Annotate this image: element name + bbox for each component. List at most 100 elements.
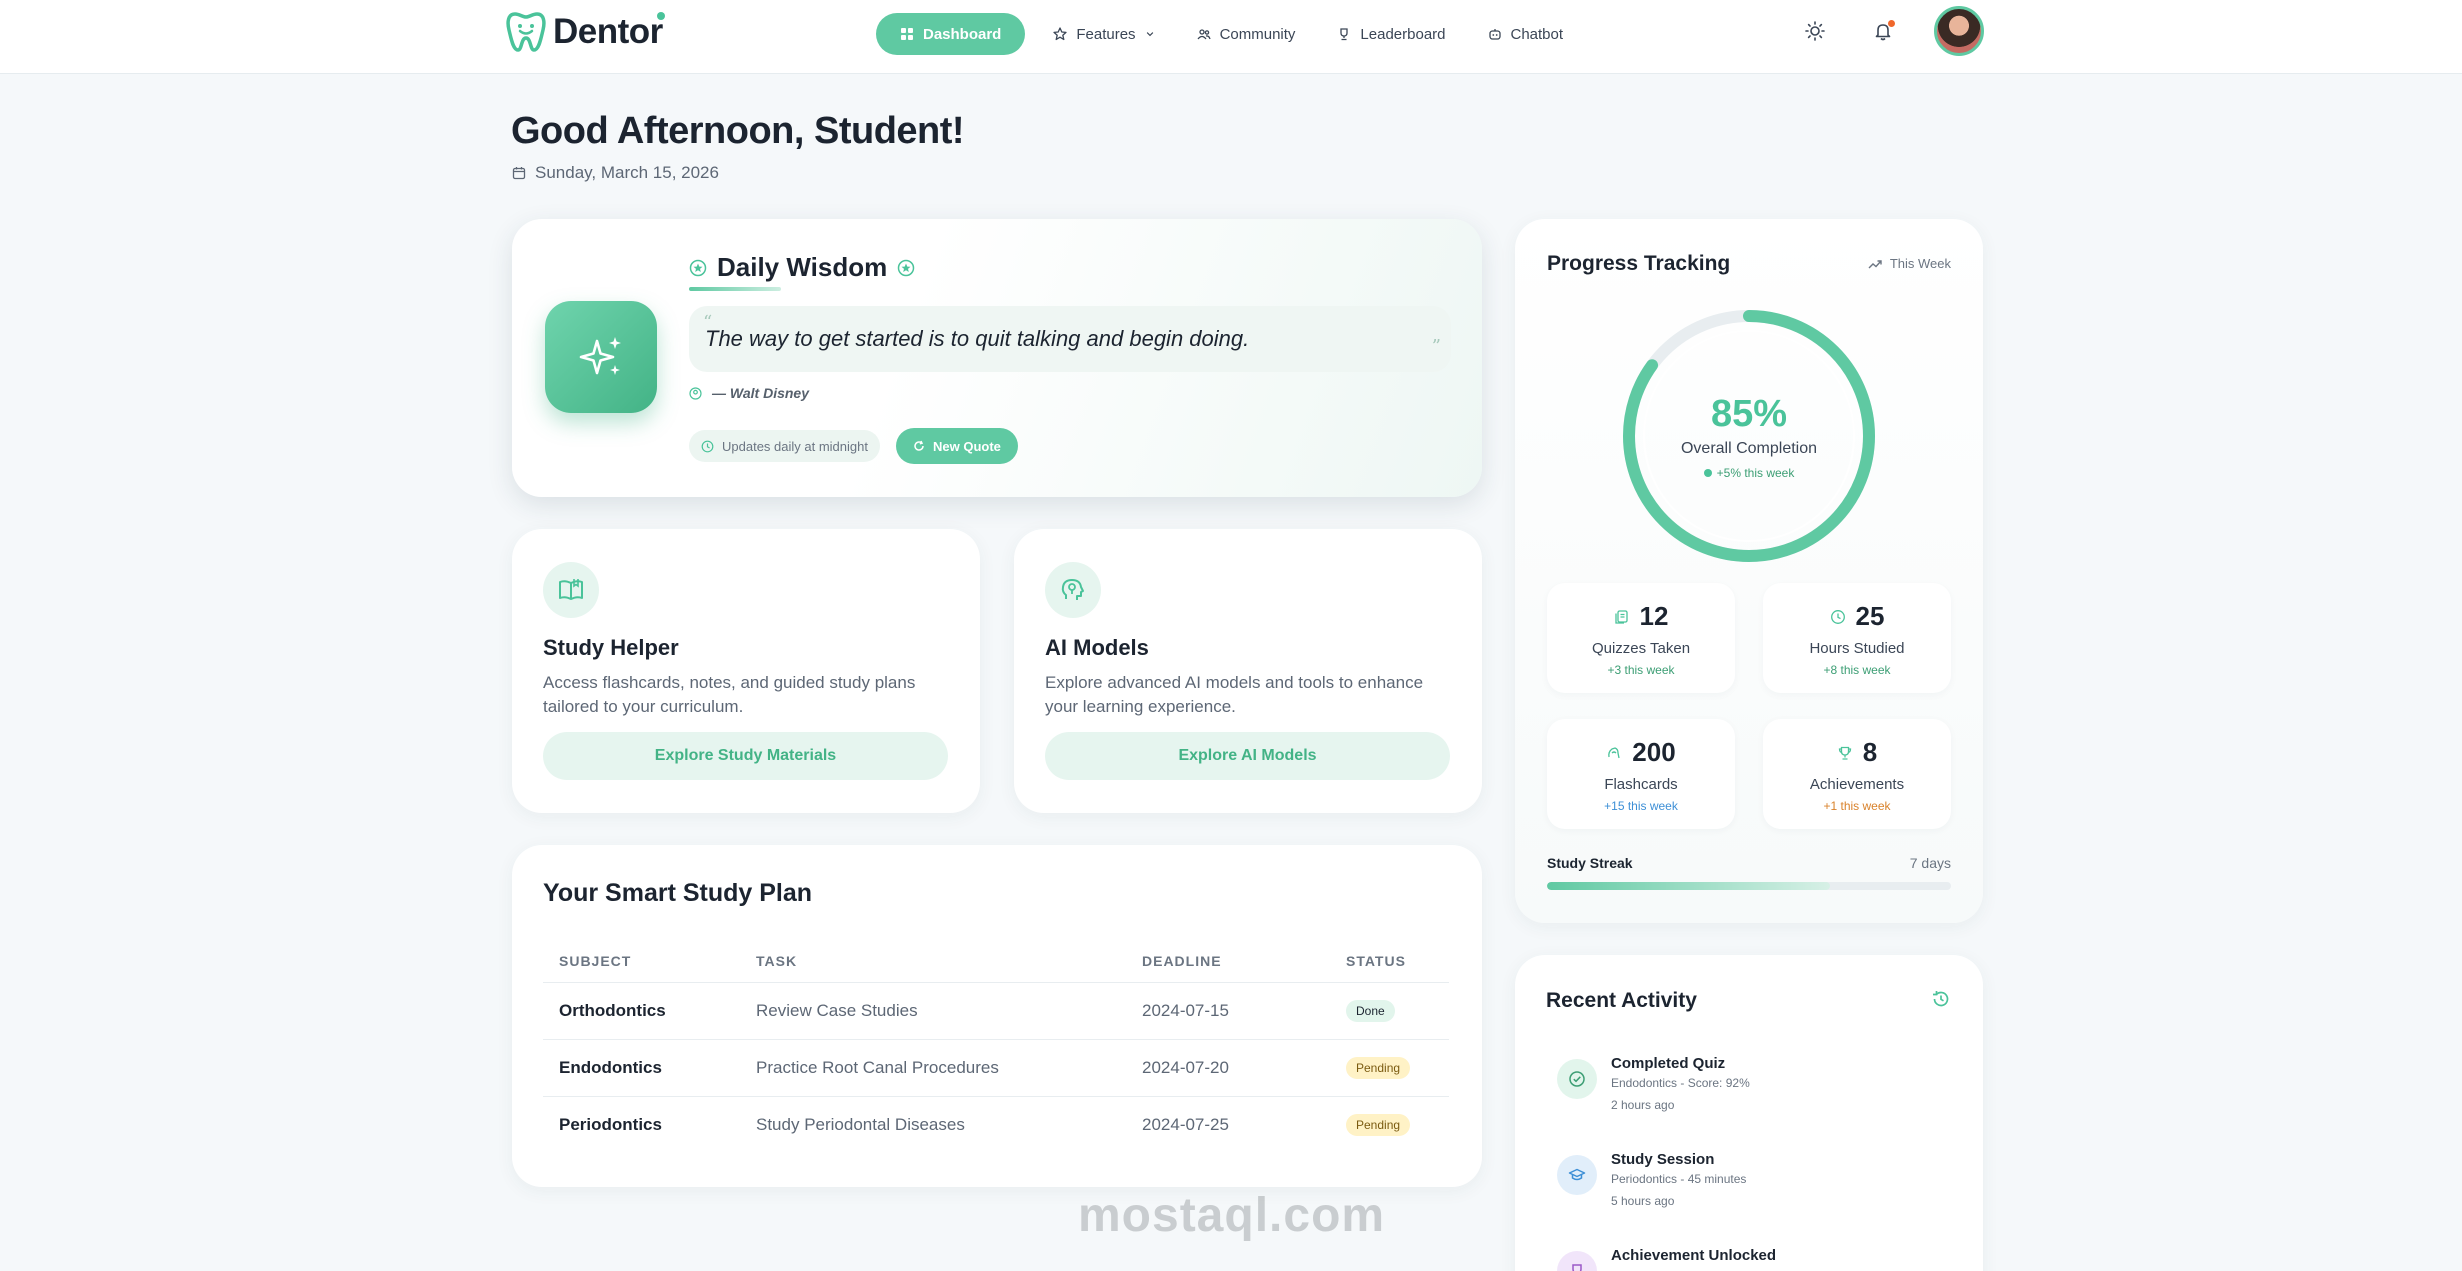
- stat-value: 200: [1632, 737, 1676, 767]
- subject-cell: Orthodontics: [543, 982, 740, 1040]
- streak-label: Study Streak: [1547, 855, 1633, 871]
- activity-icon-wrap: [1557, 1059, 1597, 1099]
- clock-icon: [1830, 609, 1845, 624]
- quote-text: The way to get started is to quit talkin…: [705, 326, 1250, 351]
- book-icon: [559, 579, 583, 600]
- history-button[interactable]: [1931, 989, 1951, 1014]
- deadline-cell: 2024-07-15: [1126, 982, 1330, 1040]
- wisdom-actions: Updates daily at midnight New Quote: [689, 428, 1018, 464]
- table-row[interactable]: Endodontics Practice Root Canal Procedur…: [543, 1039, 1449, 1097]
- status-cell: Pending: [1330, 1039, 1449, 1097]
- brand-dot: [657, 12, 665, 20]
- theme-toggle-button[interactable]: [1798, 14, 1832, 48]
- feature-description: Explore advanced AI models and tools to …: [1045, 673, 1424, 716]
- brand-logo[interactable]: Dentor: [505, 10, 665, 54]
- user-circle-icon: [689, 386, 702, 400]
- stat-value: 25: [1855, 601, 1885, 631]
- stat-card-achievements: 8 Achievements +1 this week: [1763, 719, 1951, 829]
- update-note-label: Updates daily at midnight: [722, 438, 868, 454]
- status-badge: Pending: [1346, 1113, 1411, 1136]
- top-navigation-bar: Dentor Dashboard Features Community Lead…: [0, 0, 2462, 74]
- stat-value: 12: [1639, 601, 1669, 631]
- ring-center: 85% Overall Completion +5% this week: [1616, 303, 1882, 569]
- stat-delta: +1 this week: [1823, 799, 1891, 813]
- topbar-actions: [1798, 6, 1984, 56]
- refresh-icon: [914, 440, 924, 451]
- subject-cell: Periodontics: [559, 1114, 662, 1134]
- stat-label: Hours Studied: [1809, 640, 1905, 657]
- explore-study-materials-button[interactable]: Explore Study Materials: [543, 732, 948, 780]
- activity-title: Study Session: [1611, 1151, 1715, 1168]
- nav-community-label: Community: [1219, 25, 1296, 43]
- activity-time: 5 hours ago: [1611, 1194, 1675, 1208]
- star-icon: [1053, 27, 1068, 41]
- progress-title: Progress Tracking: [1547, 252, 1731, 275]
- sun-icon: [1805, 21, 1825, 41]
- task-cell: Practice Root Canal Procedures: [740, 1039, 1126, 1097]
- trophy-icon: [1340, 28, 1349, 41]
- explore-ai-models-button[interactable]: Explore AI Models: [1045, 732, 1450, 780]
- nav-leaderboard-label: Leaderboard: [1360, 25, 1446, 43]
- stat-card-quizzes: 12 Quizzes Taken +3 this week: [1547, 583, 1735, 693]
- study-helper-card: Study Helper Access flashcards, notes, a…: [512, 529, 980, 813]
- feature-title: Study Helper: [543, 635, 679, 660]
- notifications-button[interactable]: [1866, 14, 1900, 48]
- nav-dashboard[interactable]: Dashboard: [876, 13, 1026, 55]
- activity-item[interactable]: Study Session Periodontics - 45 minutes …: [1557, 1151, 1746, 1208]
- nav-community[interactable]: Community: [1183, 13, 1310, 55]
- sparkle-badge: [545, 301, 657, 413]
- stat-top: 8: [1837, 737, 1877, 768]
- user-avatar[interactable]: [1934, 6, 1984, 56]
- stat-top: 25: [1830, 601, 1885, 632]
- flashcard-icon: [1608, 746, 1620, 758]
- column-header: TASK: [740, 940, 1126, 983]
- nav-chatbot-label: Chatbot: [1510, 25, 1564, 43]
- activity-text: Achievement Unlocked: [1611, 1247, 1776, 1271]
- stat-label: Quizzes Taken: [1591, 640, 1691, 657]
- table-row[interactable]: Periodontics Study Periodontal Diseases …: [543, 1096, 1449, 1153]
- activity-item[interactable]: Achievement Unlocked: [1557, 1247, 1776, 1271]
- streak-progress-bar: [1547, 882, 1951, 890]
- stat-label: Achievements: [1809, 776, 1905, 793]
- activity-text: Study Session Periodontics - 45 minutes …: [1611, 1151, 1746, 1208]
- deadline-cell: 2024-07-25: [1142, 1114, 1229, 1134]
- completion-percent: 85%: [1710, 392, 1788, 435]
- stat-top: 200: [1606, 737, 1676, 768]
- table-row[interactable]: Orthodontics Review Case Studies 2024-07…: [543, 982, 1449, 1040]
- stat-value: 8: [1862, 737, 1878, 767]
- deadline-cell: 2024-07-20: [1126, 1039, 1330, 1097]
- daily-wisdom-title: Daily Wisdom: [717, 252, 888, 282]
- range-label: This Week: [1889, 256, 1951, 271]
- star-badge-icon: [898, 259, 915, 276]
- table-header-row: SUBJECT TASK DEADLINE STATUS: [543, 940, 1449, 983]
- tooth-logo-icon: [506, 12, 546, 52]
- status-badge: Pending: [1346, 1056, 1411, 1079]
- quote-author-row: — Walt Disney: [689, 385, 809, 401]
- nav-features[interactable]: Features: [1039, 13, 1168, 55]
- stat-delta: +3 this week: [1607, 663, 1675, 677]
- study-plan-title: Your Smart Study Plan: [543, 879, 813, 907]
- stat-label: Flashcards: [1604, 776, 1678, 793]
- notification-dot: [1888, 20, 1895, 27]
- graduation-cap-icon: [1568, 1168, 1586, 1181]
- quote-author: — Walt Disney: [712, 385, 809, 401]
- activity-item[interactable]: Completed Quiz Endodontics - Score: 92% …: [1557, 1055, 1750, 1112]
- status-cell: Pending: [1330, 1096, 1449, 1153]
- streak-value: 7 days: [1909, 855, 1951, 871]
- clock-icon: [701, 440, 714, 452]
- main-nav: Dashboard Features Community Leaderboard…: [876, 13, 1577, 55]
- nav-chatbot[interactable]: Chatbot: [1474, 13, 1578, 55]
- streak-progress-fill: [1547, 882, 1830, 890]
- new-quote-button[interactable]: New Quote: [895, 428, 1018, 464]
- feature-icon-wrap: [543, 562, 599, 618]
- daily-wisdom-heading: Daily Wisdom: [689, 252, 915, 283]
- close-quote-mark: ”: [1431, 336, 1441, 357]
- recent-activity-title: Recent Activity: [1546, 989, 1697, 1012]
- nav-leaderboard[interactable]: Leaderboard: [1323, 13, 1459, 55]
- trophy-icon: [1572, 1264, 1582, 1271]
- stat-top: 12: [1614, 601, 1669, 632]
- activity-icon-wrap: [1557, 1251, 1597, 1271]
- column-header: SUBJECT: [543, 940, 740, 983]
- range-selector[interactable]: This Week: [1868, 256, 1951, 271]
- activity-text: Completed Quiz Endodontics - Score: 92% …: [1611, 1055, 1750, 1112]
